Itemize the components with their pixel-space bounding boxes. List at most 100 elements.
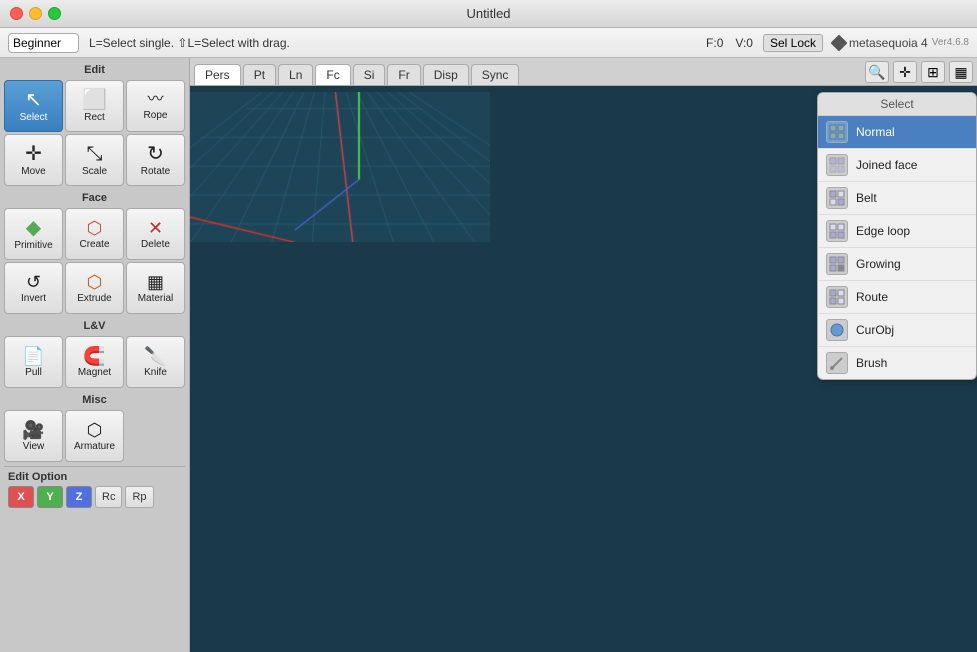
armature-label: Armature bbox=[74, 441, 115, 452]
window-title: Untitled bbox=[466, 6, 510, 21]
delete-icon: ✕ bbox=[148, 219, 163, 237]
logo-text: metasequoia 4 bbox=[849, 36, 928, 50]
select-item-edge-loop[interactable]: Edge loop bbox=[818, 215, 976, 248]
maximize-button[interactable] bbox=[48, 7, 61, 20]
rp-button[interactable]: Rp bbox=[125, 486, 153, 508]
material-icon: ▦ bbox=[147, 273, 164, 291]
select-popup: Select Normal Joined face Belt bbox=[817, 92, 977, 380]
scale-label: Scale bbox=[82, 166, 107, 177]
tab-bar: Pers Pt Ln Fc Si Fr Disp Sync 🔍 ✛ ⊞ ▦ bbox=[190, 58, 977, 86]
tab-fc[interactable]: Fc bbox=[315, 64, 350, 85]
primitive-icon: ◆ bbox=[26, 218, 41, 238]
rect-icon: ⬜ bbox=[82, 90, 107, 110]
growing-icon bbox=[826, 253, 848, 275]
tool-material[interactable]: ▦ Material bbox=[126, 262, 185, 314]
tool-rope[interactable]: 〰 Rope bbox=[126, 80, 185, 132]
tool-rect[interactable]: ⬜ Rect bbox=[65, 80, 124, 132]
viewport[interactable]: Pers Pt Ln Fc Si Fr Disp Sync 🔍 ✛ ⊞ ▦ Se… bbox=[190, 58, 977, 652]
tool-magnet[interactable]: 🧲 Magnet bbox=[65, 336, 124, 388]
curobj-label: CurObj bbox=[856, 323, 894, 337]
material-label: Material bbox=[138, 293, 174, 304]
view-label: View bbox=[23, 441, 45, 452]
search-icon[interactable]: 🔍 bbox=[865, 61, 889, 83]
axis-z-button[interactable]: Z bbox=[66, 486, 92, 508]
pull-icon: 📄 bbox=[22, 347, 44, 365]
tool-invert[interactable]: ↺ Invert bbox=[4, 262, 63, 314]
tab-pers[interactable]: Pers bbox=[194, 64, 241, 85]
v-coord: V:0 bbox=[735, 36, 753, 50]
move-icon: ✛ bbox=[25, 144, 42, 164]
tab-sync[interactable]: Sync bbox=[471, 64, 520, 85]
edit-tools: ↖ Select ⬜ Rect 〰 Rope ✛ Move ⤡ Scale ↻ … bbox=[4, 80, 185, 186]
belt-label: Belt bbox=[856, 191, 877, 205]
tool-delete[interactable]: ✕ Delete bbox=[126, 208, 185, 260]
knife-label: Knife bbox=[144, 367, 167, 378]
close-button[interactable] bbox=[10, 7, 23, 20]
tool-move[interactable]: ✛ Move bbox=[4, 134, 63, 186]
select-item-brush[interactable]: Brush bbox=[818, 347, 976, 379]
tool-pull[interactable]: 📄 Pull bbox=[4, 336, 63, 388]
magnet-icon: 🧲 bbox=[83, 347, 105, 365]
rope-icon: 〰 bbox=[147, 92, 163, 108]
toolbar-hint: L=Select single. ⇧L=Select with drag. bbox=[89, 36, 290, 50]
sel-lock-button[interactable]: Sel Lock bbox=[763, 34, 823, 52]
growing-label: Growing bbox=[856, 257, 901, 271]
tool-primitive[interactable]: ◆ Primitive bbox=[4, 208, 63, 260]
version-text: Ver4.6.8 bbox=[932, 37, 969, 48]
tool-scale[interactable]: ⤡ Scale bbox=[65, 134, 124, 186]
curobj-icon bbox=[826, 319, 848, 341]
select-icon: ↖ bbox=[25, 90, 42, 110]
tab-fr[interactable]: Fr bbox=[387, 64, 420, 85]
edge-loop-icon bbox=[826, 220, 848, 242]
tool-rotate[interactable]: ↻ Rotate bbox=[126, 134, 185, 186]
toolbar: Beginner Standard L=Select single. ⇧L=Se… bbox=[0, 28, 977, 58]
select-item-growing[interactable]: Growing bbox=[818, 248, 976, 281]
axis-y-button[interactable]: Y bbox=[37, 486, 63, 508]
select-item-normal[interactable]: Normal bbox=[818, 116, 976, 149]
select-popup-title: Select bbox=[818, 93, 976, 116]
tool-create[interactable]: ⬡ Create bbox=[65, 208, 124, 260]
view-icon: 🎥 bbox=[22, 421, 44, 439]
knife-icon: 🔪 bbox=[144, 347, 166, 365]
tab-si[interactable]: Si bbox=[353, 64, 386, 85]
logo: metasequoia 4 Ver4.6.8 bbox=[833, 36, 969, 50]
mode-select[interactable]: Beginner Standard bbox=[8, 33, 79, 53]
tab-ln[interactable]: Ln bbox=[278, 64, 313, 85]
tool-armature[interactable]: ⬡ Armature bbox=[65, 410, 124, 462]
rotate-label: Rotate bbox=[141, 166, 170, 177]
mode-dropdown[interactable]: Beginner Standard bbox=[8, 33, 79, 53]
select-item-belt[interactable]: Belt bbox=[818, 182, 976, 215]
minimize-button[interactable] bbox=[29, 7, 42, 20]
delete-label: Delete bbox=[141, 239, 170, 250]
panels-icon[interactable]: ▦ bbox=[949, 61, 973, 83]
f-coord: F:0 bbox=[706, 36, 723, 50]
coords: F:0 V:0 bbox=[706, 36, 753, 50]
rc-button[interactable]: Rc bbox=[95, 486, 122, 508]
brush-label: Brush bbox=[856, 356, 887, 370]
axis-x-button[interactable]: X bbox=[8, 486, 34, 508]
select-label: Select bbox=[20, 112, 48, 123]
grid-view-icon[interactable]: ⊞ bbox=[921, 61, 945, 83]
select-item-route[interactable]: Route bbox=[818, 281, 976, 314]
tab-tools: 🔍 ✛ ⊞ ▦ bbox=[865, 61, 973, 83]
tool-knife[interactable]: 🔪 Knife bbox=[126, 336, 185, 388]
select-item-curobj[interactable]: CurObj bbox=[818, 314, 976, 347]
tool-select[interactable]: ↖ Select bbox=[4, 80, 63, 132]
create-icon: ⬡ bbox=[87, 219, 103, 237]
extrude-label: Extrude bbox=[77, 293, 111, 304]
rect-label: Rect bbox=[84, 112, 105, 123]
magnet-label: Magnet bbox=[78, 367, 111, 378]
logo-icon bbox=[831, 34, 848, 51]
tab-disp[interactable]: Disp bbox=[423, 64, 469, 85]
tool-extrude[interactable]: ⬡ Extrude bbox=[65, 262, 124, 314]
move-view-icon[interactable]: ✛ bbox=[893, 61, 917, 83]
tab-pt[interactable]: Pt bbox=[243, 64, 276, 85]
face-tools: ◆ Primitive ⬡ Create ✕ Delete ↺ Invert ⬡… bbox=[4, 208, 185, 314]
move-label: Move bbox=[21, 166, 45, 177]
select-item-joined-face[interactable]: Joined face bbox=[818, 149, 976, 182]
scale-icon: ⤡ bbox=[87, 144, 103, 164]
titlebar: Untitled bbox=[0, 0, 977, 28]
edit-option-title: Edit Option bbox=[8, 471, 181, 483]
rotate-icon: ↻ bbox=[147, 144, 164, 164]
tool-view[interactable]: 🎥 View bbox=[4, 410, 63, 462]
